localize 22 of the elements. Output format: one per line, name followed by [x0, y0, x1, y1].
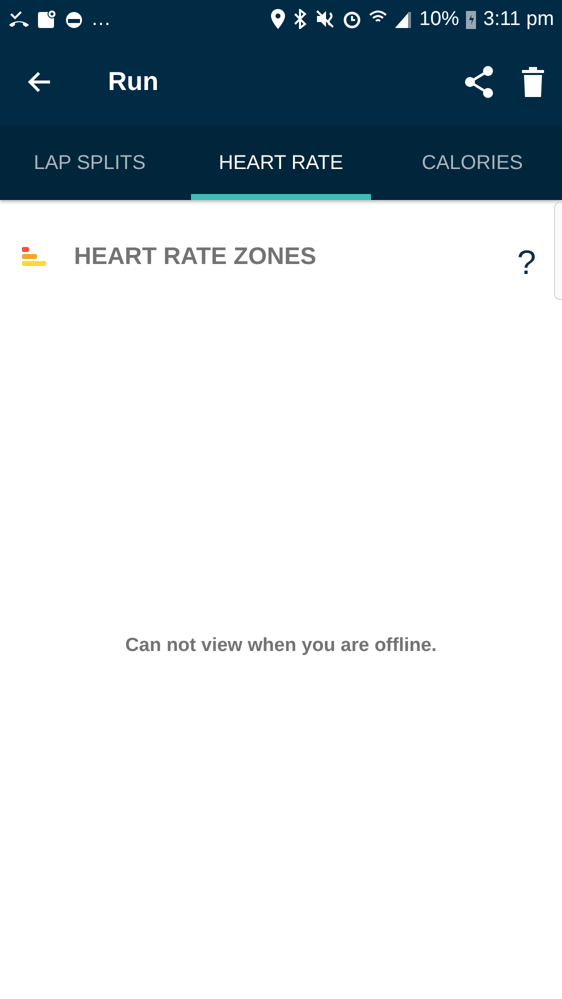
bluetooth-icon: [292, 9, 308, 29]
clock-time: 3:11 pm: [483, 8, 554, 30]
mute-icon: [315, 9, 336, 29]
offline-message: Can not view when you are offline.: [124, 635, 438, 657]
trash-icon: [522, 66, 544, 96]
signal-icon: [394, 9, 412, 29]
section-title: HEART RATE ZONES: [74, 242, 318, 270]
side-panel-handle[interactable]: [554, 202, 562, 300]
screen-title: Run: [108, 66, 160, 97]
battery-percentage: 10%: [419, 8, 460, 30]
more-notifications: …: [91, 8, 111, 30]
back-arrow-icon: [26, 70, 52, 94]
battery-icon: [466, 9, 476, 29]
alarm-icon: [342, 9, 362, 29]
location-icon: [271, 9, 286, 29]
tab[interactable]: CALORIES: [382, 125, 562, 200]
help-button[interactable]: ?: [513, 244, 540, 283]
zones-chart-icon: [22, 246, 48, 266]
share-icon: [464, 66, 494, 98]
tab[interactable]: LAP SPLITS: [0, 125, 180, 200]
tab[interactable]: HEART RATE: [191, 125, 371, 200]
missed-call-icon: [8, 10, 30, 28]
